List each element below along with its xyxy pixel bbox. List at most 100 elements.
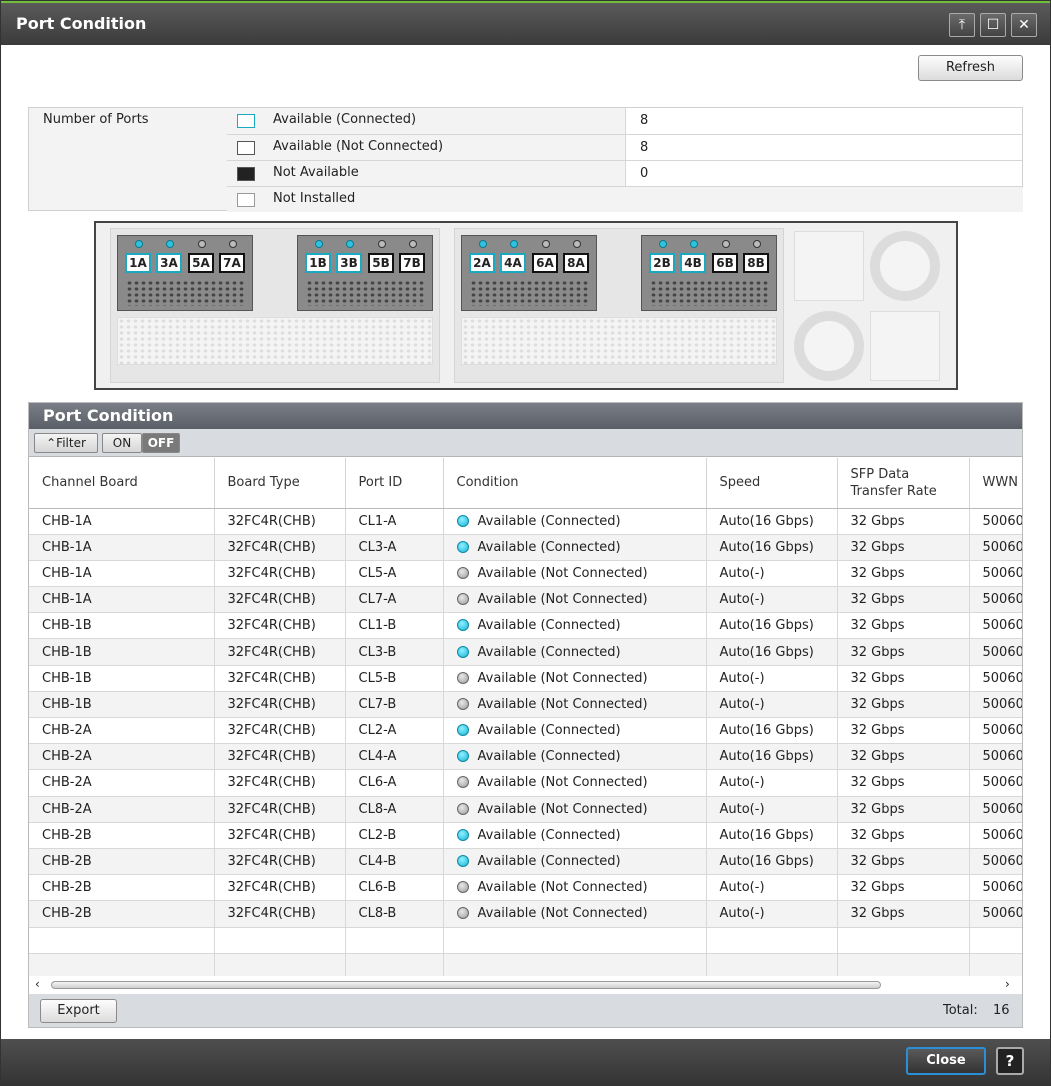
table-cell: 32FC4R(CHB) (214, 769, 346, 797)
condition-text: Available (Not Connected) (477, 565, 648, 581)
maximize-icon[interactable]: ☐ (980, 13, 1006, 37)
port-8a[interactable]: 8A (563, 253, 589, 273)
table-row[interactable]: CHB-1A 32FC4R(CHB) CL5-A Available (Not Con… (29, 560, 1022, 588)
close-button[interactable]: Close (906, 1047, 986, 1075)
led-icon (409, 240, 417, 248)
filter-button[interactable]: ⌃Filter (34, 433, 98, 453)
channel-board-1b[interactable]: 1B 3B 5B 7B (297, 235, 433, 311)
channel-board-1a[interactable]: 1A 3A 5A 7A (117, 235, 253, 311)
pin-icon[interactable]: ⤒ (949, 13, 975, 37)
column-header[interactable]: Channel Board (29, 458, 215, 509)
column-header[interactable]: Condition (443, 458, 707, 509)
table-cell: 32FC4R(CHB) (214, 874, 346, 902)
table-cell: 32 Gbps (837, 586, 970, 614)
close-icon[interactable]: ✕ (1011, 13, 1037, 37)
filter-on-toggle[interactable]: ON (102, 433, 142, 453)
table-row[interactable]: CHB-1B 32FC4R(CHB) CL3-B Available (Connect… (29, 638, 1022, 666)
table-row[interactable]: CHB-2B 32FC4R(CHB) CL6-B Available (Not Con… (29, 874, 1022, 902)
table-row[interactable]: CHB-2B 32FC4R(CHB) CL4-B Available (Connect… (29, 848, 1022, 876)
table-row[interactable]: CHB-1A 32FC4R(CHB) CL7-A Available (Not Con… (29, 586, 1022, 614)
table-cell: Auto(-) (706, 900, 838, 928)
led-icon (346, 240, 354, 248)
channel-board-2b[interactable]: 2B 4B 6B 8B (641, 235, 777, 311)
port-7b[interactable]: 7B (399, 253, 425, 273)
condition-text: Available (Connected) (477, 513, 621, 529)
channel-board-2a[interactable]: 2A 4A 6A 8A (461, 235, 597, 311)
vent-grille (306, 280, 426, 306)
port-3b[interactable]: 3B (336, 253, 362, 273)
condition-text: Available (Connected) (477, 723, 621, 739)
table-cell: Available (Connected) (443, 743, 707, 771)
port-condition-window: Port Condition ⤒ ☐ ✕ Refresh Number of P… (0, 0, 1051, 1086)
summary-row-label: Available (Not Connected) (273, 139, 444, 154)
column-header[interactable]: SFP Data Transfer Rate (837, 458, 970, 509)
port-6a[interactable]: 6A (532, 253, 558, 273)
table-cell: Available (Not Connected) (443, 769, 707, 797)
table-cell: 50060 (969, 638, 1022, 666)
port-2b[interactable]: 2B (649, 253, 675, 273)
port-8b[interactable]: 8B (743, 253, 769, 273)
table-row[interactable]: CHB-2B 32FC4R(CHB) CL2-B Available (Connect… (29, 822, 1022, 849)
table-cell: Available (Connected) (443, 612, 707, 640)
window-title: Port Condition (16, 14, 147, 33)
table-cell: CL5-B (345, 665, 444, 692)
table-cell (969, 953, 1022, 976)
port-2a[interactable]: 2A (469, 253, 495, 273)
table-cell: Available (Connected) (443, 638, 707, 666)
table-row[interactable]: CHB-2A 32FC4R(CHB) CL2-A Available (Connect… (29, 717, 1022, 745)
scroll-left-icon[interactable]: ‹ (35, 977, 40, 991)
table-row[interactable]: CHB-2A 32FC4R(CHB) CL4-A Available (Connect… (29, 743, 1022, 771)
horizontal-scrollbar[interactable]: ‹ › (29, 976, 1022, 994)
column-header[interactable]: Speed (706, 458, 838, 509)
table-cell: Auto(16 Gbps) (706, 848, 838, 876)
port-5b[interactable]: 5B (368, 253, 394, 273)
table-cell: Auto(16 Gbps) (706, 717, 838, 745)
table-cell: CL5-A (345, 560, 444, 588)
port-5a[interactable]: 5A (188, 253, 214, 273)
scroll-right-icon[interactable]: › (1005, 977, 1010, 991)
led-icon (198, 240, 206, 248)
table-cell: 32 Gbps (837, 874, 970, 902)
table-cell: CHB-1B (29, 691, 215, 719)
port-1a[interactable]: 1A (125, 253, 151, 273)
table-cell: 50060 (969, 796, 1022, 823)
table-cell: CHB-2A (29, 796, 215, 823)
summary-row-label: Not Available (273, 165, 359, 180)
table-cell: Available (Connected) (443, 848, 707, 876)
port-1b[interactable]: 1B (305, 253, 331, 273)
table-cell: 50060 (969, 560, 1022, 588)
port-3a[interactable]: 3A (156, 253, 182, 273)
table-row[interactable]: CHB-1A 32FC4R(CHB) CL1-A Available (Connect… (29, 508, 1022, 535)
table-row[interactable]: CHB-2B 32FC4R(CHB) CL8-B Available (Not Con… (29, 900, 1022, 928)
scrollbar-thumb[interactable] (51, 981, 881, 989)
table-cell: Available (Not Connected) (443, 560, 707, 588)
condition-text: Available (Connected) (477, 644, 621, 660)
led-icon (229, 240, 237, 248)
led-icon (315, 240, 323, 248)
table-cell: 50060 (969, 612, 1022, 640)
port-4b[interactable]: 4B (680, 253, 706, 273)
table-cell: 32FC4R(CHB) (214, 534, 346, 561)
column-header[interactable]: Board Type (214, 458, 346, 509)
led-icon (753, 240, 761, 248)
table-cell: CL1-B (345, 612, 444, 640)
filter-off-toggle[interactable]: OFF (142, 433, 180, 453)
table-row[interactable]: CHB-1B 32FC4R(CHB) CL5-B Available (Not Con… (29, 665, 1022, 692)
table-cell: Auto(16 Gbps) (706, 508, 838, 535)
table-row[interactable]: CHB-1B 32FC4R(CHB) CL1-B Available (Connect… (29, 612, 1022, 640)
port-6b[interactable]: 6B (712, 253, 738, 273)
table-cell: 32FC4R(CHB) (214, 743, 346, 771)
table-row[interactable]: CHB-2A 32FC4R(CHB) CL6-A Available (Not Con… (29, 769, 1022, 797)
table-cell: 32FC4R(CHB) (214, 586, 346, 614)
table-row[interactable]: CHB-1A 32FC4R(CHB) CL3-A Available (Connect… (29, 534, 1022, 561)
export-button[interactable]: Export (40, 999, 117, 1023)
port-7a[interactable]: 7A (219, 253, 245, 273)
column-header[interactable]: Port ID (345, 458, 444, 509)
help-button[interactable]: ? (996, 1047, 1024, 1075)
port-4a[interactable]: 4A (500, 253, 526, 273)
table-cell: CHB-2B (29, 874, 215, 902)
table-row[interactable]: CHB-2A 32FC4R(CHB) CL8-A Available (Not Con… (29, 796, 1022, 823)
table-row[interactable]: CHB-1B 32FC4R(CHB) CL7-B Available (Not Con… (29, 691, 1022, 719)
refresh-button[interactable]: Refresh (918, 55, 1023, 81)
column-header[interactable]: WWN (969, 458, 1022, 509)
